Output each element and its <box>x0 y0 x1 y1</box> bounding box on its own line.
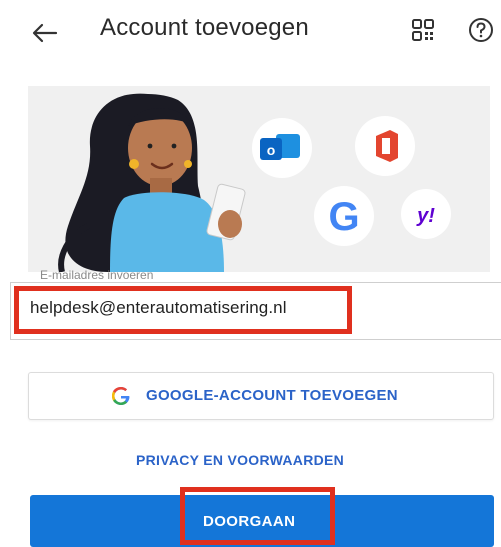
arrow-left-icon[interactable] <box>30 18 60 48</box>
outlook-logo: o <box>252 118 312 178</box>
google-logo: G <box>314 186 374 246</box>
page-title: Account toevoegen <box>100 14 309 41</box>
qr-code-icon[interactable] <box>411 18 435 42</box>
svg-text:o: o <box>267 142 276 158</box>
app-header: Account toevoegen <box>0 0 501 70</box>
svg-text:G: G <box>328 195 359 239</box>
privacy-terms-link[interactable]: PRIVACY EN VOORWAARDEN <box>136 452 344 468</box>
add-google-account-label: GOOGLE-ACCOUNT TOEVOEGEN <box>146 387 398 404</box>
woman-with-phone-illustration: o G y! <box>58 93 451 272</box>
svg-text:y!: y! <box>416 205 435 227</box>
continue-button-label: DOORGAAN <box>203 513 296 530</box>
email-input-value[interactable]: helpdesk@enterautomatisering.nl <box>30 298 287 318</box>
help-circle-icon[interactable] <box>468 17 494 43</box>
hero-illustration: o G y! <box>28 86 490 272</box>
office-logo <box>355 116 415 176</box>
email-field-label: E-mailadres invoeren <box>40 268 154 282</box>
yahoo-logo: y! <box>401 189 451 239</box>
google-g-icon <box>112 387 130 405</box>
